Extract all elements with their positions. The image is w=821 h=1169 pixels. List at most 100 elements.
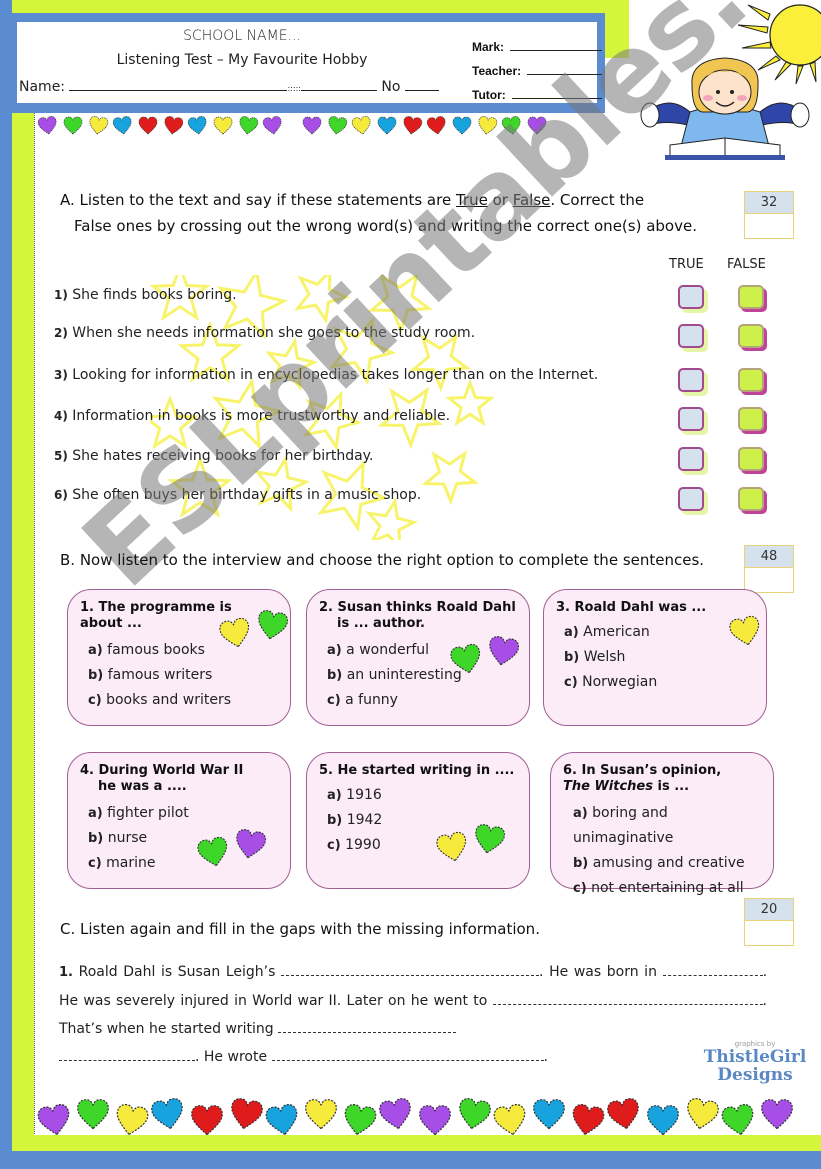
hearts-border-bottom: [35, 1095, 794, 1144]
true-checkbox-5[interactable]: [678, 447, 704, 471]
class-field[interactable]: [300, 79, 377, 91]
red-heart-icon: [224, 1095, 265, 1144]
gap-fill-text-2: . He was born in: [539, 964, 663, 980]
true-checkbox-4[interactable]: [678, 407, 704, 431]
card-hearts: [197, 829, 267, 873]
gap-4-input[interactable]: [278, 1019, 457, 1033]
purple-heart-icon: [229, 827, 268, 876]
yellow-heart-icon: [86, 115, 109, 142]
yellow-heart-icon: [434, 829, 473, 871]
section-a-score-box: 32: [744, 191, 794, 239]
green-heart-icon: [63, 116, 83, 140]
header-inner: SCHOOL NAME... Listening Test – My Favou…: [17, 22, 602, 103]
question-text: 5. He started writing in ....: [319, 763, 517, 779]
grading-block: Mark: Teacher: Tutor:: [472, 30, 602, 102]
option-letter: c): [327, 693, 341, 708]
false-checkbox-3[interactable]: [738, 368, 764, 392]
name-field[interactable]: [69, 79, 288, 91]
section-a-title: A. Listen to the text and say if these s…: [60, 187, 740, 239]
false-column-header: FALSE: [727, 257, 766, 272]
option-c[interactable]: c) books and writers: [88, 688, 278, 713]
green-heart-icon: [500, 115, 523, 142]
false-checkbox-6[interactable]: [738, 487, 764, 511]
option-b[interactable]: b) amusing and creative: [573, 851, 761, 876]
question-card-1: 1. The programme is about ... a) famous bo…: [67, 589, 291, 726]
option-text: American: [578, 624, 650, 640]
false-checkbox-5[interactable]: [738, 447, 764, 471]
section-a-score-input[interactable]: [745, 214, 793, 238]
question-line2: about ...: [80, 616, 142, 631]
false-checkbox-4[interactable]: [738, 407, 764, 431]
blue-heart-icon: [186, 115, 209, 142]
gap-6-input[interactable]: [271, 1047, 544, 1061]
gap-3-input[interactable]: [492, 991, 763, 1005]
logo-line1: ThistleGirl: [703, 1047, 807, 1067]
option-c[interactable]: c) not entertaining at all: [573, 876, 761, 901]
true-checkbox-1[interactable]: [678, 285, 704, 309]
section-c-score-box: 20: [744, 898, 794, 946]
blue-heart-icon: [148, 1095, 189, 1144]
yellow-heart-icon: [727, 613, 766, 655]
question-card-6: 6. In Susan’s opinion, The Witches is ...…: [550, 752, 774, 896]
option-text: not entertaining at all: [586, 880, 744, 896]
yellow-heart-icon: [475, 115, 498, 142]
question-line2: is ... author.: [337, 616, 425, 631]
green-heart-icon: [251, 608, 290, 657]
gap-fill-text-6: .: [543, 1049, 548, 1065]
option-letter: c): [88, 856, 102, 871]
number-label: No: [381, 79, 401, 95]
question-line1: 3. Roald Dahl was ...: [556, 600, 707, 615]
false-checkbox-1[interactable]: [738, 285, 764, 309]
purple-heart-icon: [35, 1101, 75, 1144]
teacher-row: Teacher:: [472, 54, 602, 78]
option-a[interactable]: a) boring and unimaginative: [573, 801, 761, 851]
number-field[interactable]: [404, 79, 439, 91]
gap-2-input[interactable]: [662, 962, 763, 976]
mark-field[interactable]: [510, 39, 602, 51]
option-letter: b): [88, 668, 104, 683]
girl-reading-sun-illustration: [640, 4, 821, 160]
gap-5-input[interactable]: [59, 1047, 195, 1061]
option-b[interactable]: b) Welsh: [564, 645, 754, 670]
option-letter: a): [88, 643, 103, 658]
teacher-label: Teacher:: [472, 64, 522, 78]
option-a[interactable]: a) 1916: [327, 783, 517, 808]
section-c-score-input[interactable]: [745, 921, 793, 945]
mark-label: Mark:: [472, 40, 505, 54]
purple-heart-icon: [482, 634, 521, 683]
purple-heart-icon: [760, 1098, 794, 1142]
teacher-field[interactable]: [527, 63, 602, 75]
option-text: fighter pilot: [102, 805, 189, 821]
card-hearts: [450, 636, 520, 680]
purple-heart-icon: [36, 115, 59, 142]
option-text: marine: [101, 855, 156, 871]
option-c[interactable]: c) a funny: [327, 688, 517, 713]
yellow-heart-icon: [491, 1101, 531, 1144]
option-c[interactable]: c) Norwegian: [564, 670, 754, 695]
section-b-score-input[interactable]: [745, 568, 793, 592]
gap-fill-text-1: Roald Dahl is Susan Leigh’s: [72, 964, 282, 980]
question-card-2: 2. Susan thinks Roald Dahl is ... author.…: [306, 589, 530, 726]
option-text: a wonderful: [341, 642, 430, 658]
statement-text: Information in books is more trustworthy…: [67, 408, 451, 424]
false-checkbox-2[interactable]: [738, 324, 764, 348]
yellow-heart-icon: [680, 1095, 721, 1144]
true-checkbox-3[interactable]: [678, 368, 704, 392]
blue-heart-icon: [377, 116, 397, 140]
gap-1-input[interactable]: [281, 962, 540, 976]
statement-text: She hates receiving books for her birthd…: [67, 448, 374, 464]
option-b[interactable]: b) famous writers: [88, 663, 278, 688]
tutor-field[interactable]: [511, 87, 602, 99]
star-icon: [421, 449, 480, 506]
green-heart-icon: [236, 115, 259, 142]
option-a[interactable]: a) American: [564, 620, 754, 645]
true-checkbox-2[interactable]: [678, 324, 704, 348]
green-heart-icon: [76, 1098, 110, 1142]
red-heart-icon: [567, 1101, 607, 1144]
section-a-title-line2: False ones by crossing out the wrong wor…: [74, 217, 697, 235]
statement-number: 4): [54, 409, 68, 423]
green-heart-icon: [325, 115, 348, 142]
option-a[interactable]: a) fighter pilot: [88, 801, 278, 826]
book-title: The Witches: [563, 779, 653, 794]
true-checkbox-6[interactable]: [678, 487, 704, 511]
